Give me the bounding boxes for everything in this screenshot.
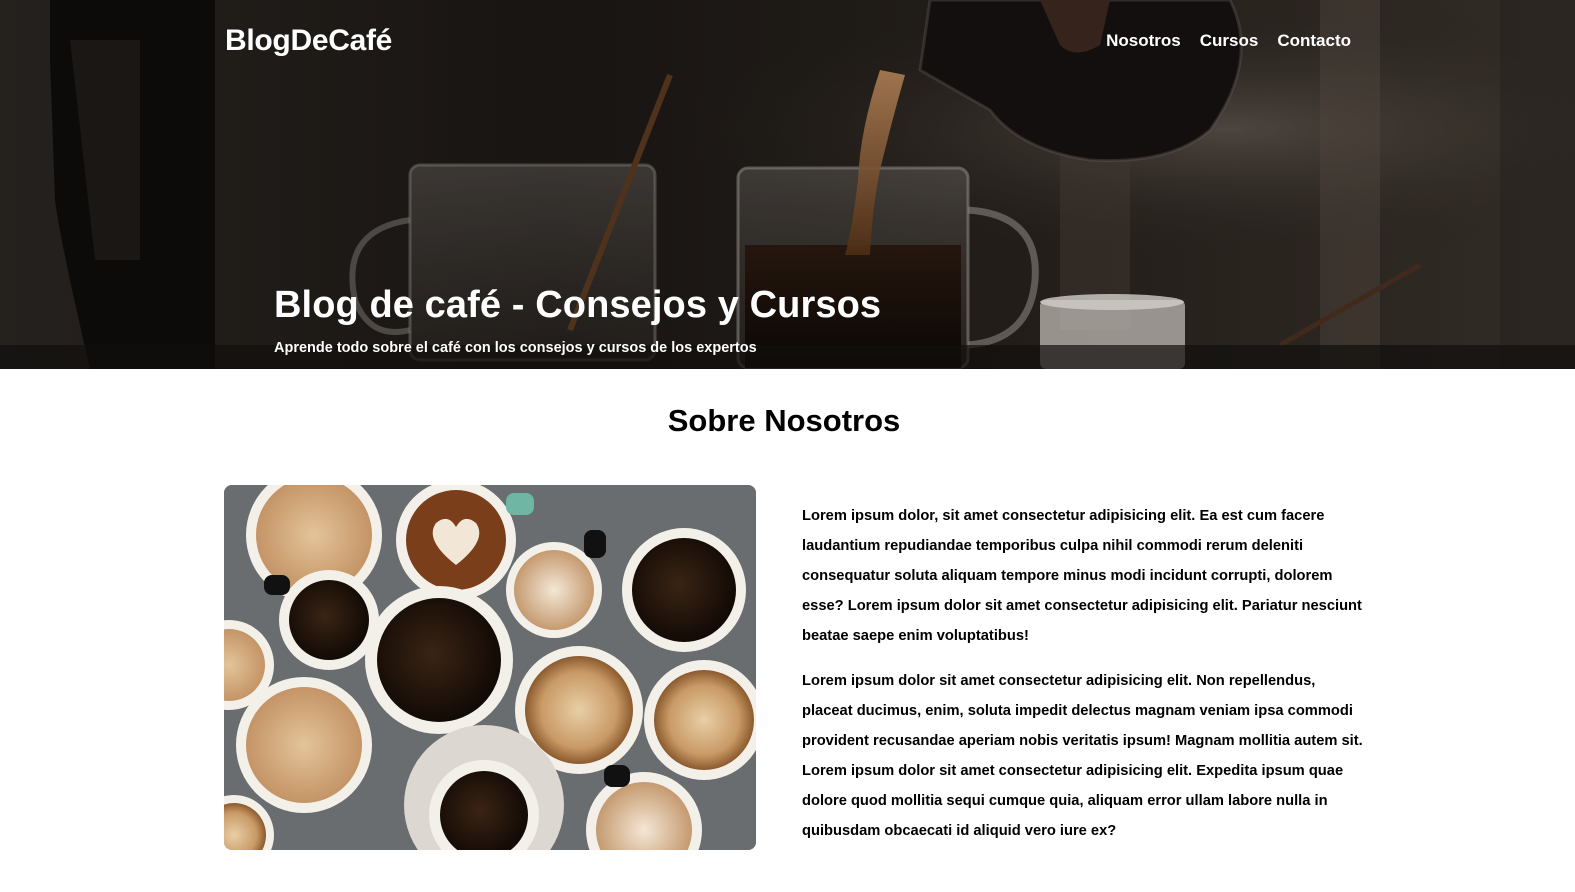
about-title: Sobre Nosotros [667,403,901,438]
site-logo[interactable]: BlogDeCafé [225,24,392,58]
hero-subtitle: Aprende todo sobre el café con los conse… [274,340,757,356]
coffee-cups-photo [224,485,756,850]
top-navigation: BlogDeCafé Nosotros Cursos Contacto [0,0,1575,80]
hero-banner: BlogDeCafé Nosotros Cursos Contacto Blog… [0,0,1575,369]
nav-menu: Nosotros Cursos Contacto [1106,31,1351,51]
about-paragraph-2: Lorem ipsum dolor sit amet consectetur a… [802,673,1363,839]
about-paragraph-1: Lorem ipsum dolor, sit amet consectetur … [802,508,1362,644]
nav-link-nosotros[interactable]: Nosotros [1106,31,1181,51]
hero-title: Blog de café - Consejos y Cursos [274,284,882,326]
about-text: Lorem ipsum dolor, sit amet consectetur … [802,501,1370,861]
nav-link-contacto[interactable]: Contacto [1277,31,1351,51]
nav-link-cursos[interactable]: Cursos [1200,31,1259,51]
about-image [224,485,756,850]
